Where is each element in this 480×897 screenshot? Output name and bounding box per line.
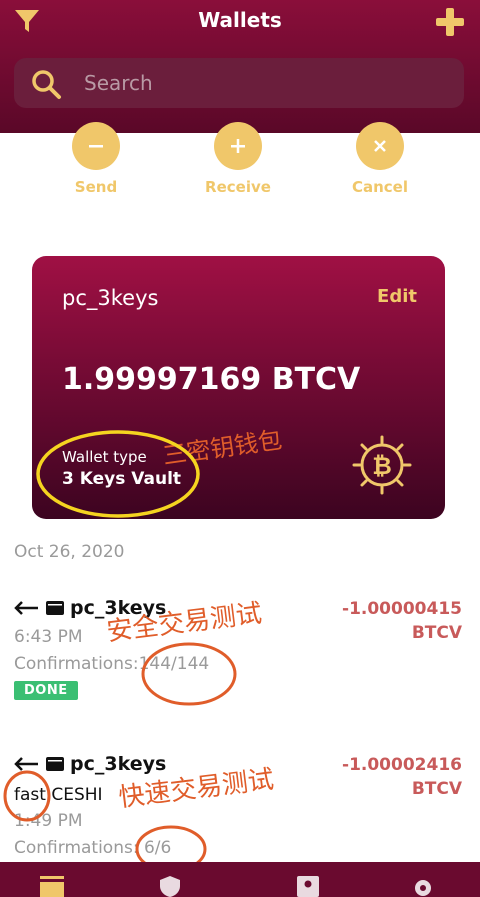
header: Wallets — [0, 0, 480, 133]
bitcoin-vault-icon: ₿ — [352, 435, 412, 495]
amount-value: -1.00000415 — [342, 599, 462, 619]
wallet-name: pc_3keys — [62, 286, 159, 310]
search-input[interactable] — [84, 58, 444, 108]
tab-contacts-icon[interactable] — [296, 876, 320, 897]
wallets-screen: Wallets Send Receive — [0, 0, 480, 897]
arrow-left-icon — [14, 601, 38, 615]
tx-confirmations: Confirmations: 6/6 — [14, 838, 171, 858]
tx-description: fast CESHI — [14, 785, 103, 805]
amount-unit: BTCV — [411, 623, 462, 643]
close-icon — [356, 122, 404, 170]
page-title: Wallets — [198, 8, 282, 32]
confirmations-label: Confirmations: — [14, 838, 139, 858]
tx-time: 6:43 PM — [14, 627, 83, 647]
edit-button[interactable]: Edit — [377, 286, 417, 307]
tx-amount: -1.00000415 BTCV — [342, 597, 462, 645]
send-button[interactable]: Send — [41, 118, 151, 196]
arrow-left-icon — [14, 757, 38, 771]
cancel-button[interactable]: Cancel — [325, 118, 435, 196]
wallet-balance: 1.99997169 BTCV — [62, 362, 361, 397]
confirmations-label: Confirmations: — [14, 654, 139, 674]
tx-amount: -1.00002416 BTCV — [342, 753, 462, 801]
confirmations-value: 6/6 — [143, 838, 172, 858]
svg-text:₿: ₿ — [372, 452, 392, 480]
confirmations-value: 144/144 — [138, 654, 210, 674]
cancel-label: Cancel — [351, 178, 408, 196]
wallet-type-label: Wallet type — [62, 448, 147, 466]
tab-shield-icon[interactable] — [158, 876, 182, 897]
minus-icon — [72, 122, 120, 170]
date-header: Oct 26, 2020 — [14, 542, 125, 562]
receive-label: Receive — [205, 178, 271, 196]
wallet-icon — [46, 757, 64, 771]
add-wallet-icon[interactable] — [434, 6, 466, 38]
tab-settings-gear-icon[interactable] — [411, 876, 435, 897]
amount-value: -1.00002416 — [342, 755, 462, 775]
tx-wallet-name: pc_3keys — [70, 753, 167, 775]
status-badge: DONE — [14, 681, 78, 700]
tx-confirmations: Confirmations:144/144 — [14, 654, 209, 674]
wallet-icon — [46, 601, 64, 615]
tab-wallets-icon[interactable] — [40, 876, 64, 897]
send-label: Send — [74, 178, 118, 196]
search-icon — [32, 70, 61, 99]
wallet-card[interactable]: pc_3keys Edit 1.99997169 BTCV Wallet typ… — [32, 256, 445, 519]
bottom-tab-bar — [0, 862, 480, 897]
receive-button[interactable]: Receive — [183, 118, 293, 196]
amount-unit: BTCV — [411, 779, 462, 799]
plus-icon — [214, 122, 262, 170]
action-row: Send Receive Cancel — [0, 118, 480, 208]
wallet-type-value: 3 Keys Vault — [62, 469, 182, 489]
tx-time: 1:49 PM — [14, 811, 83, 831]
search-bar[interactable] — [14, 58, 464, 108]
tx-title: pc_3keys — [14, 753, 166, 775]
